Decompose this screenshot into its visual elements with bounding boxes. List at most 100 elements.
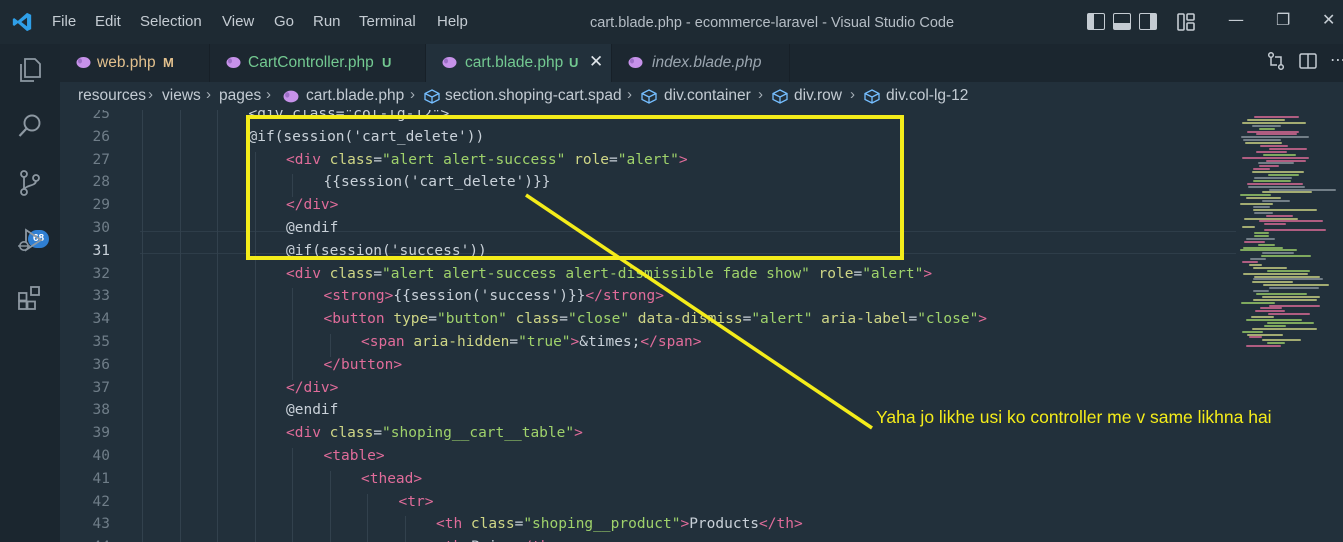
- breadcrumb-item[interactable]: resources: [78, 87, 146, 105]
- indent-guide: [142, 128, 143, 152]
- code-line[interactable]: </button>: [324, 357, 403, 373]
- indent-guide: [217, 448, 218, 471]
- indent-guide: [142, 265, 143, 289]
- minimap-line: [1261, 255, 1311, 258]
- code-line[interactable]: <tr>: [399, 494, 434, 510]
- code-token: </strong>: [585, 288, 664, 305]
- minimap-line: [1242, 226, 1255, 229]
- breadcrumb: resources › views › pages › cart.blade.p…: [60, 82, 1343, 110]
- line-number: 33: [92, 288, 110, 305]
- minimap-line: [1266, 214, 1293, 217]
- extensions-icon[interactable]: [16, 284, 44, 312]
- minimap-line: [1248, 185, 1305, 188]
- breadcrumb-item[interactable]: cart.blade.php: [306, 87, 404, 105]
- breadcrumb-item[interactable]: views: [162, 87, 201, 105]
- indent-guide: [179, 379, 181, 403]
- code-line[interactable]: <button type="button" class="close" data…: [324, 311, 988, 327]
- menu-view[interactable]: View: [222, 13, 254, 30]
- minimap-line: [1255, 310, 1285, 313]
- split-editor-icon[interactable]: [1298, 51, 1318, 71]
- code-token: <span: [361, 334, 405, 350]
- code-line[interactable]: </div>: [286, 380, 338, 396]
- explorer-icon[interactable]: [16, 56, 44, 84]
- minimap[interactable]: [1236, 110, 1343, 542]
- breadcrumb-item[interactable]: div.row: [794, 87, 842, 105]
- code-token: class: [462, 516, 515, 533]
- window-title: cart.blade.php - ecommerce-laravel - Vis…: [590, 15, 955, 31]
- minimap-line: [1246, 237, 1275, 240]
- code-line[interactable]: <th class="shoping__product">Products</t…: [436, 516, 803, 532]
- code-token: aria-label: [812, 311, 909, 328]
- minimap-line: [1256, 150, 1287, 153]
- toggle-primary-sidebar-icon[interactable]: [1087, 13, 1105, 30]
- tab-cartcontroller-php[interactable]: CartController.php U: [210, 44, 426, 82]
- symbol-element-icon: [424, 89, 440, 104]
- indent-guide: [254, 493, 256, 517]
- indent-guide: [217, 197, 218, 220]
- chevron-right-icon: ›: [148, 86, 153, 103]
- minimap-line: [1252, 281, 1293, 284]
- minimap-line: [1254, 234, 1269, 237]
- tab-index-blade-php[interactable]: index.blade.php: [612, 44, 790, 82]
- code-line[interactable]: <div class="shoping__cart__table">: [286, 425, 583, 441]
- minimap-line: [1253, 278, 1323, 281]
- more-actions-icon[interactable]: ⋯: [1330, 50, 1343, 69]
- code-token: "alert alert-success alert-dismissible f…: [382, 265, 810, 282]
- menu-edit[interactable]: Edit: [95, 13, 121, 30]
- menu-terminal[interactable]: Terminal: [359, 13, 416, 30]
- close-window-button[interactable]: ✕: [1322, 10, 1335, 29]
- indent-guide: [179, 110, 181, 129]
- menu-help[interactable]: Help: [437, 13, 468, 30]
- menu-run[interactable]: Run: [313, 13, 341, 30]
- tab-status-modified: M: [163, 55, 174, 70]
- code-line[interactable]: @endif: [286, 402, 338, 418]
- vscode-logo-icon[interactable]: [11, 11, 33, 33]
- indent-guide: [179, 220, 181, 243]
- indent-guide: [254, 356, 256, 380]
- indent-guide: [217, 356, 218, 380]
- minimap-line: [1262, 200, 1290, 203]
- breadcrumb-item[interactable]: pages: [219, 87, 261, 105]
- search-icon[interactable]: [16, 112, 44, 140]
- toggle-panel-icon[interactable]: [1113, 13, 1131, 30]
- code-token: >: [570, 334, 580, 350]
- breadcrumb-item[interactable]: section.shoping-cart.spad: [445, 87, 622, 105]
- indent-guide: [254, 402, 256, 426]
- menu-selection[interactable]: Selection: [140, 13, 202, 30]
- indent-guide: [217, 151, 218, 175]
- code-token: "close": [917, 311, 979, 328]
- tab-web-php[interactable]: web.php M: [60, 44, 210, 82]
- indent-guide: [217, 402, 218, 426]
- customize-layout-icon[interactable]: [1177, 13, 1195, 31]
- minimap-line: [1263, 153, 1296, 156]
- indent-guide: [292, 493, 293, 517]
- indent-guide: [329, 493, 331, 517]
- breadcrumb-item[interactable]: div.col-lg-12: [886, 87, 968, 105]
- indent-guide: [254, 265, 256, 289]
- minimap-line: [1254, 211, 1273, 214]
- run-debug-icon[interactable]: [16, 226, 44, 254]
- menu-file[interactable]: File: [52, 13, 76, 30]
- symbol-element-icon: [772, 89, 788, 104]
- code-line[interactable]: <thead>: [361, 471, 422, 487]
- code-token: data-dismiss: [629, 311, 743, 328]
- restore-button[interactable]: ❐: [1276, 10, 1290, 29]
- code-line[interactable]: <span aria-hidden="true">&times;</span>: [361, 334, 702, 350]
- indent-guide: [292, 311, 293, 334]
- code-line[interactable]: <table>: [324, 448, 385, 464]
- code-line[interactable]: <div class="alert alert-success alert-di…: [286, 266, 932, 282]
- open-changes-icon[interactable]: [1266, 51, 1286, 71]
- indent-guide: [179, 197, 181, 220]
- menu-go[interactable]: Go: [274, 13, 294, 30]
- close-tab-icon[interactable]: ✕: [589, 52, 603, 72]
- indent-guide: [179, 402, 181, 426]
- tab-cart-blade-php[interactable]: cart.blade.php U ✕: [426, 44, 612, 82]
- breadcrumb-item[interactable]: div.container: [664, 87, 751, 105]
- code-line[interactable]: <strong>{{session('success')}}</strong>: [324, 288, 664, 304]
- code-token: <div: [286, 265, 321, 282]
- source-control-icon[interactable]: [16, 169, 44, 197]
- indent-guide: [142, 516, 143, 540]
- minimize-button[interactable]: —: [1228, 10, 1244, 29]
- toggle-secondary-sidebar-icon[interactable]: [1139, 13, 1157, 30]
- minimap-line: [1262, 191, 1312, 194]
